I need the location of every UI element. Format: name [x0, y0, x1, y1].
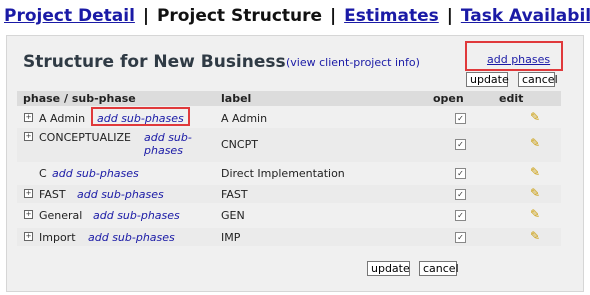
pencil-icon[interactable]: ✎ [530, 136, 540, 150]
table-row: C add sub-phases Direct Implementation ✓… [17, 164, 561, 182]
phase-label: FAST [221, 188, 248, 201]
view-client-project-link[interactable]: (view client-project info) [286, 56, 420, 69]
expand-icon[interactable]: + [24, 189, 33, 198]
add-phases-link[interactable]: add phases [487, 53, 550, 66]
phase-name: C [39, 167, 47, 180]
expand-icon[interactable]: + [24, 113, 33, 122]
add-sub-phases-label: add sub-phases [144, 131, 192, 157]
top-navigation: Project Detail | Project Structure | Est… [4, 6, 590, 28]
phase-label: IMP [221, 231, 241, 244]
phase-name: FAST [39, 188, 66, 201]
highlight-box-add-sub-phases [91, 107, 190, 126]
pencil-icon[interactable]: ✎ [530, 207, 540, 221]
column-header-edit: edit [499, 92, 524, 105]
pencil-icon[interactable]: ✎ [530, 229, 540, 243]
column-header-open: open [433, 92, 464, 105]
nav-separator: | [142, 6, 150, 26]
cancel-button-top[interactable]: cancel [518, 72, 558, 87]
update-button-top[interactable]: update [466, 72, 509, 87]
open-checkbox[interactable]: ✓ [455, 189, 466, 200]
add-sub-phases-link[interactable]: add sub-phases [144, 131, 204, 157]
nav-project-detail-link[interactable]: Project Detail [4, 6, 135, 26]
phase-label: CNCPT [221, 138, 258, 151]
cancel-button-bottom[interactable]: cancel [419, 261, 459, 276]
column-header-label: label [221, 92, 252, 105]
nav-estimates-link[interactable]: Estimates [344, 6, 439, 26]
phase-label: A Admin [221, 112, 268, 125]
structure-panel: Structure for New Business (view client-… [6, 35, 584, 292]
phase-name: General [39, 209, 83, 222]
nav-separator: | [329, 6, 337, 26]
phase-label: Direct Implementation [221, 167, 345, 180]
expand-icon[interactable]: + [24, 232, 33, 241]
open-checkbox[interactable]: ✓ [455, 210, 466, 221]
update-button-bottom[interactable]: update [367, 261, 410, 276]
open-checkbox[interactable]: ✓ [455, 232, 466, 243]
phase-name: Import [39, 231, 76, 244]
expand-icon[interactable]: + [24, 132, 33, 141]
phase-name: A Admin [39, 112, 86, 125]
table-header: phase / sub-phase label open edit [17, 91, 561, 106]
table-row: + FAST add sub-phases FAST ✓ ✎ [17, 185, 561, 203]
expand-icon[interactable]: + [24, 210, 33, 219]
table-row: + General add sub-phases GEN ✓ ✎ [17, 206, 561, 224]
page-title: Structure for New Business [23, 52, 286, 72]
add-sub-phases-link[interactable]: add sub-phases [88, 231, 175, 244]
nav-task-availability-link[interactable]: Task Availability [461, 6, 590, 26]
open-checkbox[interactable]: ✓ [455, 168, 466, 179]
add-sub-phases-link[interactable]: add sub-phases [93, 209, 180, 222]
table-row: + CONCEPTUALIZE add sub-phases CNCPT ✓ ✎ [17, 128, 561, 162]
column-header-phase: phase / sub-phase [23, 92, 136, 105]
phase-name: CONCEPTUALIZE [39, 131, 131, 144]
add-sub-phases-link[interactable]: add sub-phases [52, 167, 139, 180]
table-row: + Import add sub-phases IMP ✓ ✎ [17, 228, 561, 246]
nav-project-structure-current: Project Structure [156, 6, 323, 26]
phase-label: GEN [221, 209, 245, 222]
open-checkbox[interactable]: ✓ [455, 113, 466, 124]
pencil-icon[interactable]: ✎ [530, 165, 540, 179]
pencil-icon[interactable]: ✎ [530, 186, 540, 200]
pencil-icon[interactable]: ✎ [530, 110, 540, 124]
open-checkbox[interactable]: ✓ [455, 139, 466, 150]
nav-separator: | [446, 6, 453, 26]
add-sub-phases-link[interactable]: add sub-phases [77, 188, 164, 201]
